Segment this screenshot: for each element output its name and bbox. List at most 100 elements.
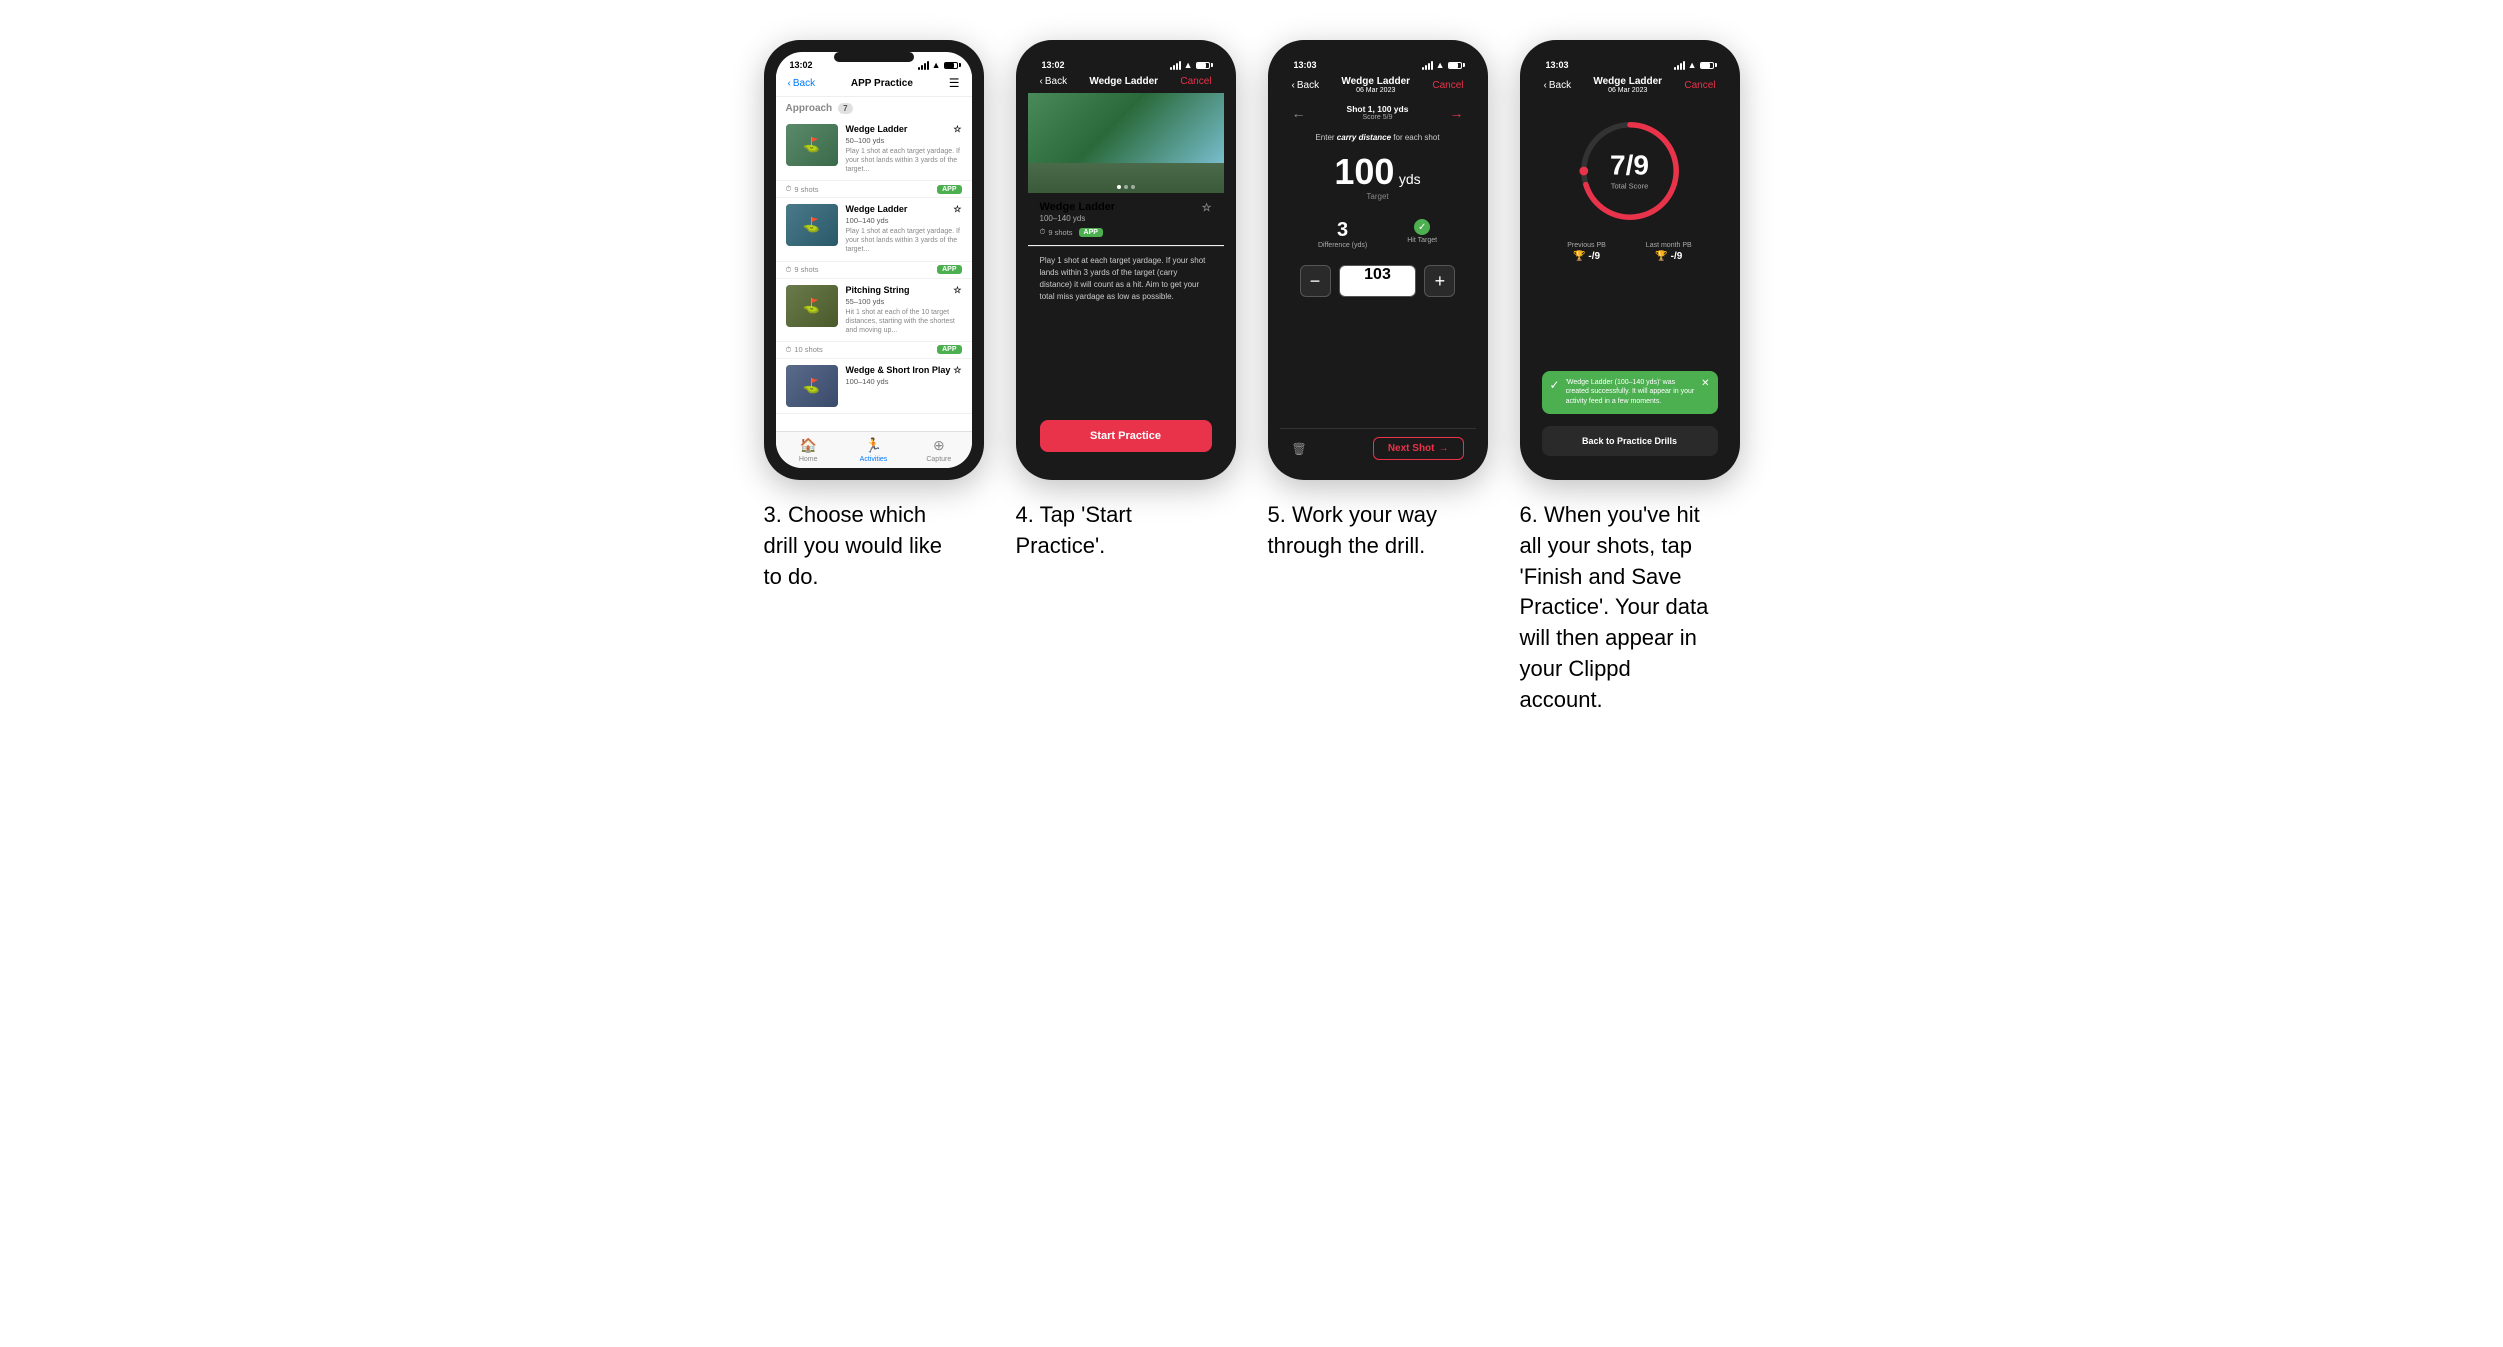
input-row-3: − 103 + bbox=[1280, 257, 1476, 305]
drill-info-1: Wedge Ladder ☆ 50–100 yds Play 1 shot at… bbox=[846, 124, 962, 174]
cancel-button-4[interactable]: Cancel bbox=[1684, 80, 1715, 91]
wifi-icon-4: ▲ bbox=[1688, 60, 1697, 70]
nav-title-3: Wedge Ladder 06 Mar 2023 bbox=[1341, 76, 1410, 94]
last-pb-label: Last month PB bbox=[1646, 242, 1692, 249]
bottom-nav-home[interactable]: 🏠 Home bbox=[776, 432, 841, 468]
back-button-2[interactable]: ‹ Back bbox=[1040, 76, 1068, 87]
drill-item-3[interactable]: Pitching String ☆ 55–100 yds Hit 1 shot … bbox=[776, 279, 972, 342]
decrement-button-3[interactable]: − bbox=[1300, 265, 1331, 297]
drill-thumb-2 bbox=[786, 204, 838, 246]
distance-input-3[interactable]: 103 bbox=[1339, 265, 1417, 297]
score-circle: 7/9 Total Score bbox=[1575, 116, 1685, 226]
nav-bar-1: ‹ Back APP Practice ☰ bbox=[776, 74, 972, 97]
drill-meta-2: ⏱ 9 shots APP bbox=[776, 262, 972, 279]
battery-icon-3 bbox=[1448, 62, 1462, 69]
score-inner: 7/9 Total Score bbox=[1610, 152, 1649, 191]
drill-meta-1: ⏱ 9 shots APP bbox=[776, 181, 972, 198]
next-arrow-3[interactable]: → bbox=[1449, 105, 1463, 121]
back-button-4[interactable]: ‹ Back bbox=[1544, 80, 1572, 91]
back-button-3[interactable]: ‹ Back bbox=[1292, 80, 1320, 91]
drill-detail-card-2: Wedge Ladder ☆ 100–140 yds ⏱ 9 shots APP bbox=[1028, 193, 1224, 246]
success-toast: ✓ 'Wedge Ladder (100–140 yds)' was creat… bbox=[1542, 371, 1718, 414]
signal-icon-2 bbox=[1170, 61, 1181, 70]
nav-bar-3: ‹ Back Wedge Ladder 06 Mar 2023 Cancel bbox=[1280, 74, 1476, 100]
shots-label-3: ⏱ 10 shots bbox=[786, 345, 823, 355]
activities-icon: 🏃 bbox=[865, 437, 882, 454]
star-icon-3: ☆ bbox=[953, 285, 961, 296]
app-badge-2: APP bbox=[937, 265, 961, 274]
back-to-drills-button[interactable]: Back to Practice Drills bbox=[1542, 426, 1718, 456]
capture-label: Capture bbox=[926, 456, 951, 463]
nav-title-2: Wedge Ladder bbox=[1089, 76, 1158, 87]
drill-info-3: Pitching String ☆ 55–100 yds Hit 1 shot … bbox=[846, 285, 962, 335]
phone-notch-1 bbox=[834, 52, 914, 62]
phone-section-4: 13:03 ▲ ‹ Back Wedge Ladder 06 Mar 2023 bbox=[1520, 40, 1740, 716]
app-badge-3: APP bbox=[937, 345, 961, 354]
back-button-1[interactable]: ‹ Back bbox=[788, 78, 816, 89]
drill-desc-1: Play 1 shot at each target yardage. If y… bbox=[846, 147, 962, 174]
home-icon: 🏠 bbox=[799, 437, 816, 454]
phone-notch-2 bbox=[1086, 52, 1166, 62]
toast-close-icon[interactable]: ✕ bbox=[1701, 378, 1709, 389]
menu-icon-1[interactable]: ☰ bbox=[949, 76, 960, 90]
phone-2: 13:02 ▲ ‹ Back Wedge Ladder Cancel bbox=[1016, 40, 1236, 480]
nav-title-4: Wedge Ladder 06 Mar 2023 bbox=[1593, 76, 1662, 94]
drill-name-1: Wedge Ladder ☆ bbox=[846, 124, 962, 135]
bottom-nav-capture[interactable]: ⊕ Capture bbox=[906, 432, 971, 468]
drill-detail-name-2: Wedge Ladder ☆ bbox=[1040, 201, 1212, 214]
drill-info-2: Wedge Ladder ☆ 100–140 yds Play 1 shot a… bbox=[846, 204, 962, 254]
drill-item-1[interactable]: Wedge Ladder ☆ 50–100 yds Play 1 shot at… bbox=[776, 118, 972, 181]
phone-4: 13:03 ▲ ‹ Back Wedge Ladder 06 Mar 2023 bbox=[1520, 40, 1740, 480]
home-label: Home bbox=[799, 456, 818, 463]
drill-item-4[interactable]: Wedge & Short Iron Play ☆ 100–140 yds bbox=[776, 359, 972, 414]
drill-name-4: Wedge & Short Iron Play ☆ bbox=[846, 365, 962, 376]
phone-screen-4: 13:03 ▲ ‹ Back Wedge Ladder 06 Mar 2023 bbox=[1532, 52, 1728, 468]
nav-bar-2: ‹ Back Wedge Ladder Cancel bbox=[1028, 74, 1224, 93]
phone-1: 13:02 ▲ ‹ Back APP Practice ☰ bbox=[764, 40, 984, 480]
status-right-3: ▲ bbox=[1422, 60, 1462, 70]
caption-4: 6. When you've hit all your shots, tap '… bbox=[1520, 500, 1740, 716]
drill-name-3: Pitching String ☆ bbox=[846, 285, 962, 296]
battery-icon-4 bbox=[1700, 62, 1714, 69]
drill-item-2[interactable]: Wedge Ladder ☆ 100–140 yds Play 1 shot a… bbox=[776, 198, 972, 261]
delete-icon-3[interactable]: 🗑 bbox=[1292, 442, 1307, 456]
signal-icon-3 bbox=[1422, 61, 1433, 70]
next-shot-button[interactable]: Next Shot → bbox=[1373, 437, 1464, 460]
image-dots-2 bbox=[1117, 185, 1135, 189]
phone-screen-1: 13:02 ▲ ‹ Back APP Practice ☰ bbox=[776, 52, 972, 468]
shot-stats-3: 3 Difference (yds) ✓ Hit Target bbox=[1280, 209, 1476, 257]
wifi-icon-3: ▲ bbox=[1436, 60, 1445, 70]
time-4: 13:03 bbox=[1546, 60, 1569, 70]
drill-range-3: 55–100 yds bbox=[846, 297, 962, 306]
score-label: Total Score bbox=[1610, 182, 1649, 191]
drill-thumb-4 bbox=[786, 365, 838, 407]
target-value-3: 100 bbox=[1334, 151, 1394, 192]
phone-screen-2: 13:02 ▲ ‹ Back Wedge Ladder Cancel bbox=[1028, 52, 1224, 468]
nav-title-1: APP Practice bbox=[851, 78, 913, 89]
signal-icon-4 bbox=[1674, 61, 1685, 70]
carry-label-3: Enter carry distance for each shot bbox=[1280, 125, 1476, 146]
start-practice-button[interactable]: Start Practice bbox=[1040, 420, 1212, 452]
battery-icon-1 bbox=[944, 62, 958, 69]
cancel-button-2[interactable]: Cancel bbox=[1180, 76, 1211, 87]
drill-desc-2: Play 1 shot at each target yardage. If y… bbox=[846, 227, 962, 254]
bottom-nav-activities[interactable]: 🏃 Activities bbox=[841, 432, 906, 468]
time-2: 13:02 bbox=[1042, 60, 1065, 70]
increment-button-3[interactable]: + bbox=[1424, 265, 1455, 297]
target-unit-3: yds bbox=[1399, 171, 1421, 187]
score-circle-container: 7/9 Total Score bbox=[1532, 100, 1728, 234]
phone-section-1: 13:02 ▲ ‹ Back APP Practice ☰ bbox=[764, 40, 984, 716]
hit-target-icon: ✓ bbox=[1414, 219, 1430, 235]
section-badge-1: 7 bbox=[838, 103, 852, 114]
difference-label: Difference (yds) bbox=[1318, 242, 1367, 249]
difference-value: 3 bbox=[1318, 219, 1367, 242]
drill-range-1: 50–100 yds bbox=[846, 136, 962, 145]
drill-info-4: Wedge & Short Iron Play ☆ 100–140 yds bbox=[846, 365, 962, 386]
star-icon-1: ☆ bbox=[953, 124, 961, 135]
shot-info-3: Shot 1, 100 yds Score 5/9 bbox=[1347, 104, 1409, 121]
prev-arrow-3[interactable]: ← bbox=[1292, 105, 1306, 121]
pb-row: Previous PB 🏆 -/9 Last month PB 🏆 -/9 bbox=[1532, 234, 1728, 270]
phone-notch-4 bbox=[1590, 52, 1670, 62]
cancel-button-3[interactable]: Cancel bbox=[1432, 80, 1463, 91]
toast-text: 'Wedge Ladder (100–140 yds)' was created… bbox=[1566, 378, 1696, 407]
